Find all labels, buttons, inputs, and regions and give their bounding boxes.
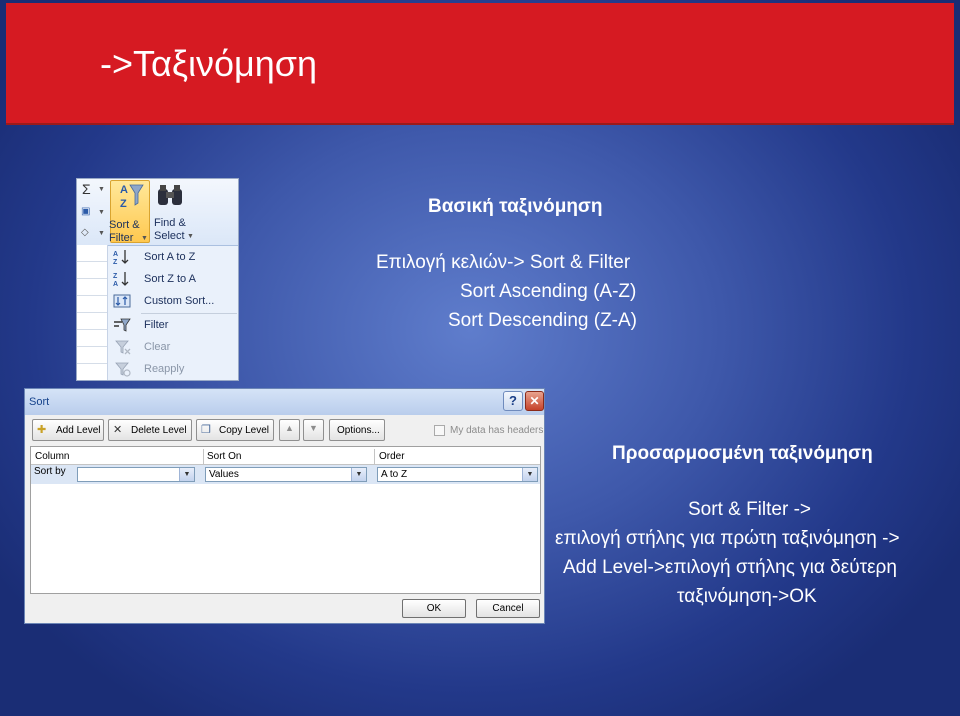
menu-label: Sort Z to A [144, 273, 196, 285]
custom-sort-icon [113, 294, 131, 308]
delete-level-label: Delete Level [131, 425, 187, 436]
chevron-down-icon: ▼ [179, 468, 194, 481]
filter-icon [114, 318, 131, 332]
menu-filter[interactable]: Filter [109, 315, 237, 336]
column-header-column: Column [35, 451, 70, 462]
menu-label: Custom Sort... [144, 295, 215, 307]
delete-icon: ✕ [113, 424, 123, 436]
clear-filter-icon [115, 340, 131, 355]
column-separator [203, 449, 204, 465]
ribbon-editing-group: Σ ▼ ▣ ▼ ◇ ▼ A Z Sort & Filter ▼ Find & S… [77, 179, 238, 246]
dialog-title-bar: Sort ? ✕ [25, 389, 544, 415]
copy-level-button[interactable]: ❐ Copy Level [196, 419, 274, 441]
menu-reapply[interactable]: Reapply [109, 359, 237, 380]
column-header-order: Order [379, 451, 405, 462]
sort-descending-icon: Z A [113, 272, 129, 287]
menu-sort-z-to-a[interactable]: Z A Sort Z to A [109, 269, 237, 290]
custom-sort-line-3: Add Level->επιλογή στήλης για δεύτερη [563, 557, 897, 578]
find-select-label-1[interactable]: Find & [154, 217, 186, 230]
delete-level-button[interactable]: ✕ Delete Level [108, 419, 192, 441]
chevron-down-icon: ▼ [187, 233, 194, 240]
chevron-down-icon: ▼ [351, 468, 366, 481]
options-button[interactable]: Options... [329, 419, 385, 441]
svg-text:A: A [120, 184, 128, 196]
chevron-down-icon: ▼ [98, 186, 105, 193]
eraser-icon[interactable]: ◇ [81, 227, 89, 238]
ok-button[interactable]: OK [402, 599, 466, 618]
arrow-down-icon: ▼ [309, 423, 318, 433]
chevron-down-icon: ▼ [522, 468, 537, 481]
svg-text:Z: Z [120, 198, 127, 210]
svg-text:Z: Z [113, 259, 118, 265]
chevron-down-icon: ▼ [98, 230, 105, 237]
column-select[interactable]: ▼ [77, 467, 195, 482]
move-up-button[interactable]: ▲ [279, 419, 300, 441]
svg-text:A: A [113, 281, 118, 287]
headers-checkbox-label: My data has headers [450, 425, 544, 436]
custom-sort-line-2: επιλογή στήλης για πρώτη ταξινόμηση -> [555, 528, 900, 549]
headers-checkbox[interactable] [434, 425, 445, 436]
menu-label: Reapply [144, 363, 185, 375]
basic-sort-line-1: Επιλογή κελιών-> Sort & Filter [376, 252, 631, 273]
order-value: A to Z [381, 469, 408, 480]
custom-sort-heading: Προσαρμοσμένη ταξινόμηση [612, 443, 873, 464]
custom-sort-line-1: Sort & Filter -> [688, 499, 811, 520]
help-button[interactable]: ? [503, 391, 523, 411]
reapply-filter-icon [115, 362, 131, 377]
sort-filter-icon: A Z [120, 184, 144, 210]
order-select[interactable]: A to Z ▼ [377, 467, 538, 482]
sort-filter-label-2: Filter [109, 232, 134, 244]
dialog-title: Sort [29, 396, 50, 408]
copy-icon: ❐ [201, 424, 211, 436]
ribbon-sort-filter-screenshot: Σ ▼ ▣ ▼ ◇ ▼ A Z Sort & Filter ▼ Find & S… [76, 178, 239, 381]
menu-label: Clear [144, 341, 171, 353]
custom-sort-line-4: ταξινόμηση->ΟΚ [677, 586, 817, 607]
sort-filter-button[interactable]: A Z Sort & Filter ▼ [109, 180, 150, 244]
sort-on-value: Values [209, 469, 239, 480]
options-label: Options... [337, 425, 380, 436]
svg-text:Z: Z [113, 273, 118, 280]
basic-sort-heading: Βασική ταξινόμηση [428, 196, 603, 217]
close-button[interactable]: ✕ [525, 391, 544, 411]
menu-label: Filter [144, 319, 169, 331]
basic-sort-line-2: Sort Ascending (A-Z) [460, 281, 637, 302]
slide-title: ->Ταξινόμηση [100, 43, 318, 84]
sort-filter-label-1: Sort & [109, 219, 140, 231]
fill-icon[interactable]: ▣ [81, 206, 90, 217]
autosum-icon[interactable]: Σ [82, 181, 91, 197]
menu-sort-a-to-z[interactable]: A Z Sort A to Z [109, 247, 237, 268]
sort-by-label: Sort by [34, 466, 66, 477]
menu-label: Sort A to Z [144, 251, 196, 263]
spreadsheet-cells [77, 245, 108, 380]
chevron-down-icon: ▼ [141, 235, 148, 242]
cancel-button[interactable]: Cancel [476, 599, 540, 618]
binoculars-icon [158, 185, 182, 205]
chevron-down-icon: ▼ [98, 209, 105, 216]
slide: ->Ταξινόμηση Βασική ταξινόμηση Επιλογή κ… [0, 0, 960, 716]
menu-custom-sort[interactable]: Custom Sort... [109, 291, 237, 312]
column-header-sort-on: Sort On [207, 451, 242, 462]
find-select-label-2[interactable]: Select [154, 230, 185, 243]
move-down-button[interactable]: ▼ [303, 419, 324, 441]
arrow-up-icon: ▲ [285, 423, 294, 433]
sort-dialog: Sort ? ✕ ✚ Add Level ✕ Delete Level ❐ Co… [24, 388, 545, 624]
sort-on-select[interactable]: Values ▼ [205, 467, 367, 482]
menu-clear[interactable]: Clear [109, 337, 237, 358]
column-separator [374, 449, 375, 465]
svg-text:A: A [113, 251, 118, 258]
title-bar: ->Ταξινόμηση [6, 3, 954, 125]
add-level-button[interactable]: ✚ Add Level [32, 419, 104, 441]
copy-level-label: Copy Level [219, 425, 270, 436]
basic-sort-line-3: Sort Descending (Z-A) [448, 310, 638, 331]
add-level-icon: ✚ [37, 424, 47, 436]
menu-separator [141, 313, 237, 314]
add-level-label: Add Level [56, 425, 101, 436]
sort-ascending-icon: A Z [113, 250, 129, 265]
